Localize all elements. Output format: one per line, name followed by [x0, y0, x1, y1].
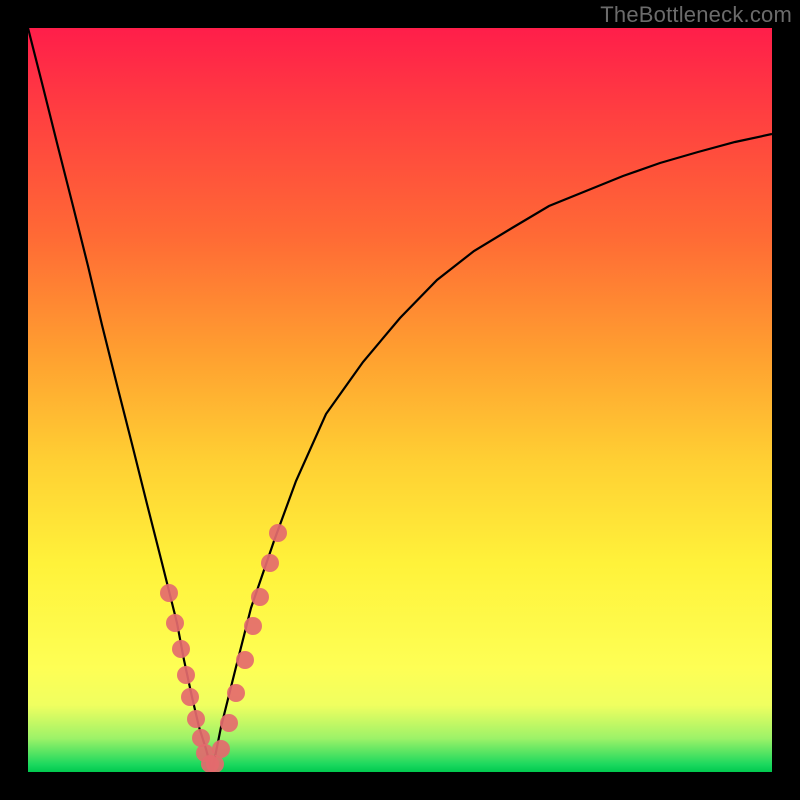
chart-frame: TheBottleneck.com	[0, 0, 800, 800]
watermark-text: TheBottleneck.com	[600, 2, 792, 28]
plot-area	[28, 28, 772, 772]
series-group	[28, 28, 772, 772]
line-right-branch	[212, 134, 772, 772]
chart-svg	[28, 28, 772, 772]
series-highlight-dots	[160, 524, 287, 772]
line-left-branch	[28, 28, 212, 772]
